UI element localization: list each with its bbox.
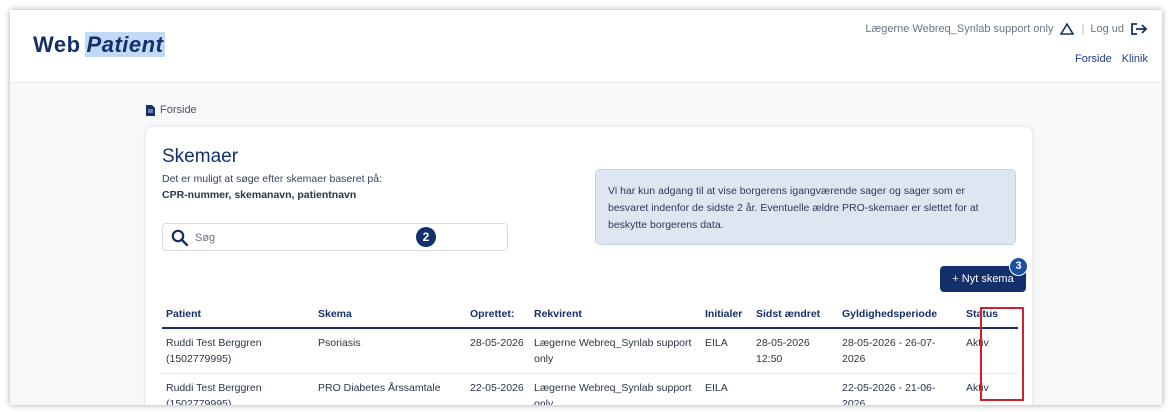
cell-rekvirent: Lægerne Webreq_Synlab support only [530, 373, 701, 405]
user-name: Lægerne Webreq_Synlab support only [865, 23, 1054, 35]
col-initialer[interactable]: Initialer [701, 303, 752, 329]
logo[interactable]: Web Patient [33, 32, 166, 58]
col-skema[interactable]: Skema [314, 303, 466, 329]
breadcrumb-forside[interactable]: Forside [160, 104, 197, 116]
col-oprettet[interactable]: Oprettet: [466, 303, 530, 329]
logout-icon[interactable] [1130, 22, 1148, 36]
user-area: Lægerne Webreq_Synlab support only | Log… [865, 22, 1148, 36]
main-nav: Forside Klinik [1075, 53, 1148, 65]
nav-klinik[interactable]: Klinik [1122, 53, 1148, 65]
user-icon[interactable] [1059, 22, 1075, 36]
search-description: Det er muligt at søge efter skemaer base… [162, 173, 383, 185]
search-input[interactable]: Søg 2 [162, 223, 508, 251]
cell-patient: Ruddi Test Berggren (1502779995) [162, 373, 314, 405]
step-badge-3: 3 [1009, 257, 1028, 276]
nav-forside[interactable]: Forside [1075, 53, 1112, 65]
step-badge-2: 2 [416, 227, 436, 247]
cell-initialer: EILA [701, 373, 752, 405]
cell-oprettet: 28-05-2026 [466, 328, 530, 374]
cell-skema: PRO Diabetes Årssamtale [314, 373, 466, 405]
table-header-row: Patient Skema Oprettet: Rekvirent Initia… [162, 303, 1018, 329]
table-row[interactable]: Ruddi Test Berggren (1502779995) PRO Dia… [162, 373, 1018, 405]
logout-link[interactable]: Log ud [1090, 23, 1124, 35]
page-title: Skemaer [162, 146, 239, 167]
cell-sidst-aendret: 28-05-2026 12:50 [752, 328, 838, 374]
app-window: Web Patient Lægerne Webreq_Synlab support… [10, 10, 1162, 405]
logo-web: Web [33, 32, 81, 57]
search-fields-hint: CPR-nummer, skemanavn, patientnavn [162, 189, 357, 201]
cell-oprettet: 22-05-2026 [466, 373, 530, 405]
forms-table: Patient Skema Oprettet: Rekvirent Initia… [162, 303, 1018, 405]
cell-gyldighedsperiode: 22-05-2026 - 21-06-2026 [838, 373, 962, 405]
cell-rekvirent: Lægerne Webreq_Synlab support only [530, 328, 701, 374]
search-placeholder: Søg [195, 232, 216, 244]
table-row[interactable]: Ruddi Test Berggren (1502779995) Psorias… [162, 328, 1018, 374]
skemaer-card: Skemaer Det er muligt at søge efter skem… [146, 127, 1032, 405]
cell-sidst-aendret [752, 373, 838, 405]
cell-status: Aktiv [962, 328, 1018, 374]
new-form-label: + Nyt skema [952, 273, 1014, 285]
breadcrumb: Forside [146, 104, 197, 116]
col-rekvirent[interactable]: Rekvirent [530, 303, 701, 329]
cell-patient: Ruddi Test Berggren (1502779995) [162, 328, 314, 374]
document-icon [146, 104, 155, 116]
new-form-button[interactable]: + Nyt skema 3 [940, 257, 1028, 292]
logo-patient: Patient [84, 32, 166, 57]
info-box: Vi har kun adgang til at vise borgerens … [595, 169, 1016, 245]
cell-status: Aktiv [962, 373, 1018, 405]
cell-gyldighedsperiode: 28-05-2026 - 26-07-2026 [838, 328, 962, 374]
cell-initialer: EILA [701, 328, 752, 374]
search-icon [171, 229, 189, 252]
col-patient[interactable]: Patient [162, 303, 314, 329]
col-gyldighedsperiode[interactable]: Gyldighedsperiode [838, 303, 962, 329]
col-status[interactable]: Status [962, 303, 1018, 329]
top-header: Web Patient Lægerne Webreq_Synlab support… [10, 10, 1162, 83]
col-sidst-aendret[interactable]: Sidst ændret [752, 303, 838, 329]
cell-skema: Psoriasis [314, 328, 466, 374]
divider: | [1081, 23, 1085, 35]
